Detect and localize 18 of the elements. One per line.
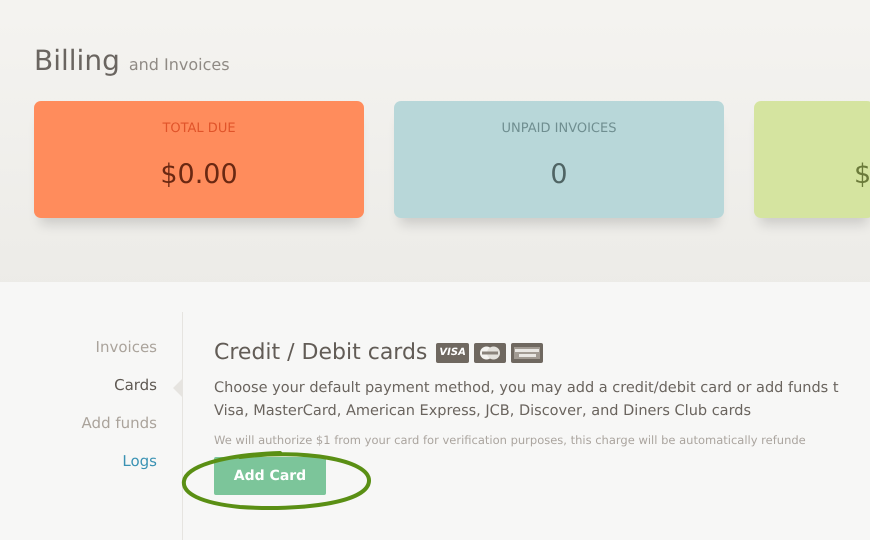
- sidebar-item[interactable]: Add funds: [82, 412, 182, 450]
- card-value: 0: [550, 159, 568, 190]
- sidebar-item[interactable]: Invoices: [96, 336, 182, 374]
- page-subtitle: and Invoices: [128, 55, 230, 74]
- add-card-button[interactable]: Add Card: [214, 457, 326, 495]
- section-heading: Credit / Debit cards: [214, 340, 428, 365]
- verification-note: We will authorize $1 from your card for verification purposes, this charge will be automatically refunde: [214, 433, 807, 447]
- card-label: UNPAID INVOICES: [502, 121, 616, 138]
- sidebar-item[interactable]: Logs: [122, 450, 182, 488]
- sidebar-item[interactable]: Cards: [114, 374, 182, 412]
- card-value: $0.00: [160, 159, 238, 190]
- description-text: Choose your default payment method, you may add a credit/debit card or add funds t Visa, MasterCard, American Express, JCB, Discover, and Diners Club cards: [214, 379, 840, 421]
- card-label: TOTAL DUE: [162, 121, 236, 138]
- visa-card-icon: VISA: [436, 342, 469, 362]
- mastercard-icon: [474, 342, 506, 362]
- page-title: Billing: [34, 44, 120, 77]
- card-value: $: [854, 159, 870, 190]
- amex-card-icon: [510, 342, 543, 362]
